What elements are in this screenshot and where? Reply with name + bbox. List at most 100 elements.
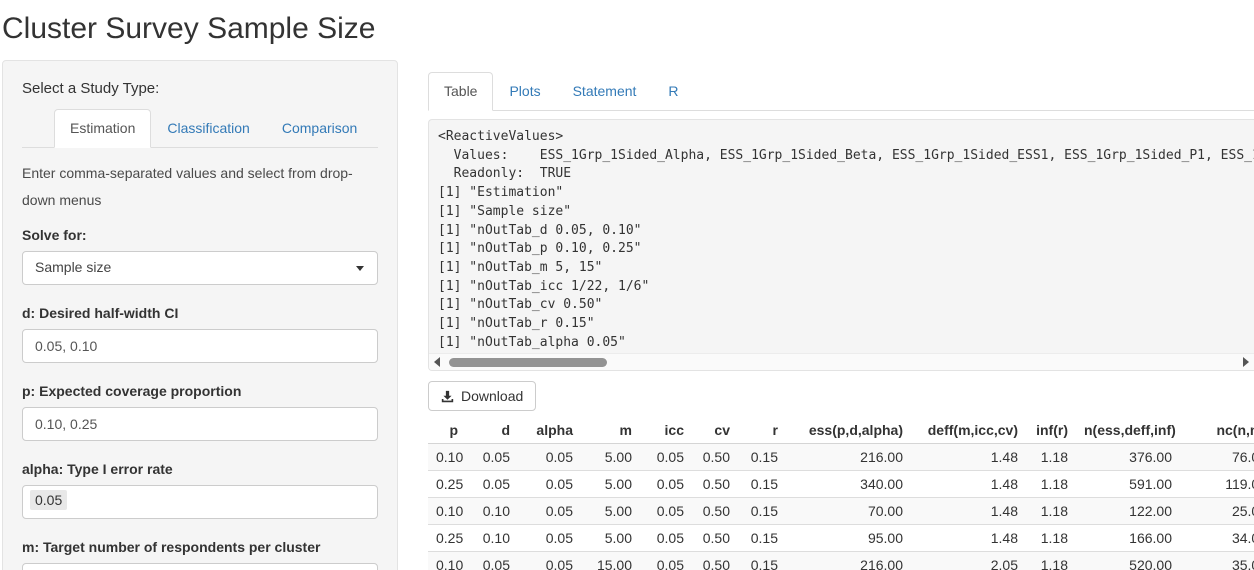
table-cell: 95.00 [786, 525, 911, 552]
table-cell: 119.00 [1180, 471, 1254, 498]
table-cell: 0.05 [518, 498, 581, 525]
h-scrollbar[interactable] [429, 353, 1254, 370]
tab-classification[interactable]: Classification [151, 109, 265, 147]
table-cell: 520.00 [1076, 552, 1180, 570]
column-header: deff(m,icc,cv) [911, 417, 1026, 444]
d-label: d: Desired half-width CI [22, 305, 378, 321]
table-cell: 34.00 [1180, 525, 1254, 552]
table-cell: 0.05 [640, 444, 692, 471]
table-cell: 5.00 [581, 471, 640, 498]
table-cell: 0.50 [692, 525, 738, 552]
table-cell: 0.15 [738, 525, 786, 552]
table-cell: 376.00 [1076, 444, 1180, 471]
table-cell: 1.48 [911, 471, 1026, 498]
help-text: Enter comma-separated values and select … [22, 160, 378, 213]
table-cell: 0.05 [640, 498, 692, 525]
table-cell: 5.00 [581, 498, 640, 525]
table-cell: 340.00 [786, 471, 911, 498]
alpha-label: alpha: Type I error rate [22, 461, 378, 477]
column-header: ess(p,d,alpha) [786, 417, 911, 444]
table-cell: 0.10 [428, 552, 466, 570]
m-input[interactable] [22, 563, 378, 570]
table-cell: 0.15 [738, 552, 786, 570]
table-cell: 216.00 [786, 552, 911, 570]
table-cell: 0.15 [738, 444, 786, 471]
table-cell: 1.18 [1026, 552, 1076, 570]
column-header: d [466, 417, 518, 444]
table-cell: 0.25 [428, 525, 466, 552]
scroll-left-arrow[interactable] [429, 357, 445, 367]
table-cell: 0.05 [518, 444, 581, 471]
console-text: <ReactiveValues> Values: ESS_1Grp_1Sided… [429, 120, 1254, 353]
column-header: inf(r) [1026, 417, 1076, 444]
table-cell: 0.50 [692, 471, 738, 498]
table-cell: 0.50 [692, 552, 738, 570]
table-cell: 1.48 [911, 444, 1026, 471]
table-row: 0.100.050.0515.000.050.500.15216.002.051… [428, 552, 1254, 570]
scroll-thumb[interactable] [449, 358, 607, 367]
solve-for-label: Solve for: [22, 227, 378, 243]
table-cell: 591.00 [1076, 471, 1180, 498]
download-icon [441, 390, 454, 403]
sidebar-panel: Select a Study Type: Estimation Classifi… [2, 60, 398, 570]
p-input[interactable] [22, 407, 378, 441]
table-cell: 1.48 [911, 525, 1026, 552]
tab-statement[interactable]: Statement [557, 72, 653, 110]
content-layout: Select a Study Type: Estimation Classifi… [0, 60, 1254, 570]
chevron-down-icon [356, 266, 364, 271]
table-cell: 0.10 [466, 525, 518, 552]
table-row: 0.250.050.055.000.050.500.15340.001.481.… [428, 471, 1254, 498]
table-cell: 5.00 [581, 525, 640, 552]
table-cell: 0.10 [428, 498, 466, 525]
table-cell: 5.00 [581, 444, 640, 471]
study-type-tabs: Estimation Classification Comparison [22, 109, 378, 148]
console-output: <ReactiveValues> Values: ESS_1Grp_1Sided… [428, 119, 1254, 371]
table-cell: 1.18 [1026, 444, 1076, 471]
table-cell: 0.05 [518, 525, 581, 552]
table-cell: 0.05 [640, 525, 692, 552]
table-cell: 0.05 [640, 552, 692, 570]
download-button[interactable]: Download [428, 381, 536, 411]
table-cell: 70.00 [786, 498, 911, 525]
table-cell: 0.05 [466, 444, 518, 471]
main-panel: Table Plots Statement R <ReactiveValues>… [428, 60, 1254, 570]
tab-r[interactable]: R [652, 72, 694, 110]
table-cell: 1.48 [911, 498, 1026, 525]
column-header: n(ess,deff,inf) [1076, 417, 1180, 444]
page-title: Cluster Survey Sample Size [2, 12, 1254, 45]
table-cell: 0.05 [518, 471, 581, 498]
table-row: 0.250.100.055.000.050.500.1595.001.481.1… [428, 525, 1254, 552]
results-table: pdalphamicccvress(p,d,alpha)deff(m,icc,c… [428, 417, 1254, 570]
alpha-value-chip: 0.05 [30, 490, 67, 510]
table-cell: 35.00 [1180, 552, 1254, 570]
table-cell: 216.00 [786, 444, 911, 471]
column-header: nc(n,m) [1180, 417, 1254, 444]
m-label: m: Target number of respondents per clus… [22, 539, 378, 555]
tab-comparison[interactable]: Comparison [266, 109, 373, 147]
alpha-input[interactable]: 0.05 [22, 485, 378, 519]
table-cell: 0.50 [692, 498, 738, 525]
table-cell: 0.10 [428, 444, 466, 471]
table-cell: 0.10 [466, 498, 518, 525]
table-cell: 15.00 [581, 552, 640, 570]
table-cell: 0.05 [466, 552, 518, 570]
column-header: r [738, 417, 786, 444]
study-type-label: Select a Study Type: [22, 80, 378, 97]
column-header: m [581, 417, 640, 444]
solve-for-select[interactable]: Sample size [22, 251, 378, 285]
table-cell: 1.18 [1026, 498, 1076, 525]
d-input[interactable] [22, 329, 378, 363]
table-cell: 0.50 [692, 444, 738, 471]
solve-for-selected-value: Sample size [35, 259, 111, 275]
tab-table[interactable]: Table [428, 72, 493, 111]
table-cell: 76.00 [1180, 444, 1254, 471]
tab-estimation[interactable]: Estimation [54, 109, 151, 148]
scroll-right-arrow[interactable] [1238, 357, 1254, 367]
table-cell: 0.05 [640, 471, 692, 498]
p-label: p: Expected coverage proportion [22, 383, 378, 399]
tab-plots[interactable]: Plots [493, 72, 556, 110]
table-row: 0.100.050.055.000.050.500.15216.001.481.… [428, 444, 1254, 471]
table-cell: 0.25 [428, 471, 466, 498]
scroll-track[interactable] [445, 354, 1238, 370]
table-row: 0.100.100.055.000.050.500.1570.001.481.1… [428, 498, 1254, 525]
